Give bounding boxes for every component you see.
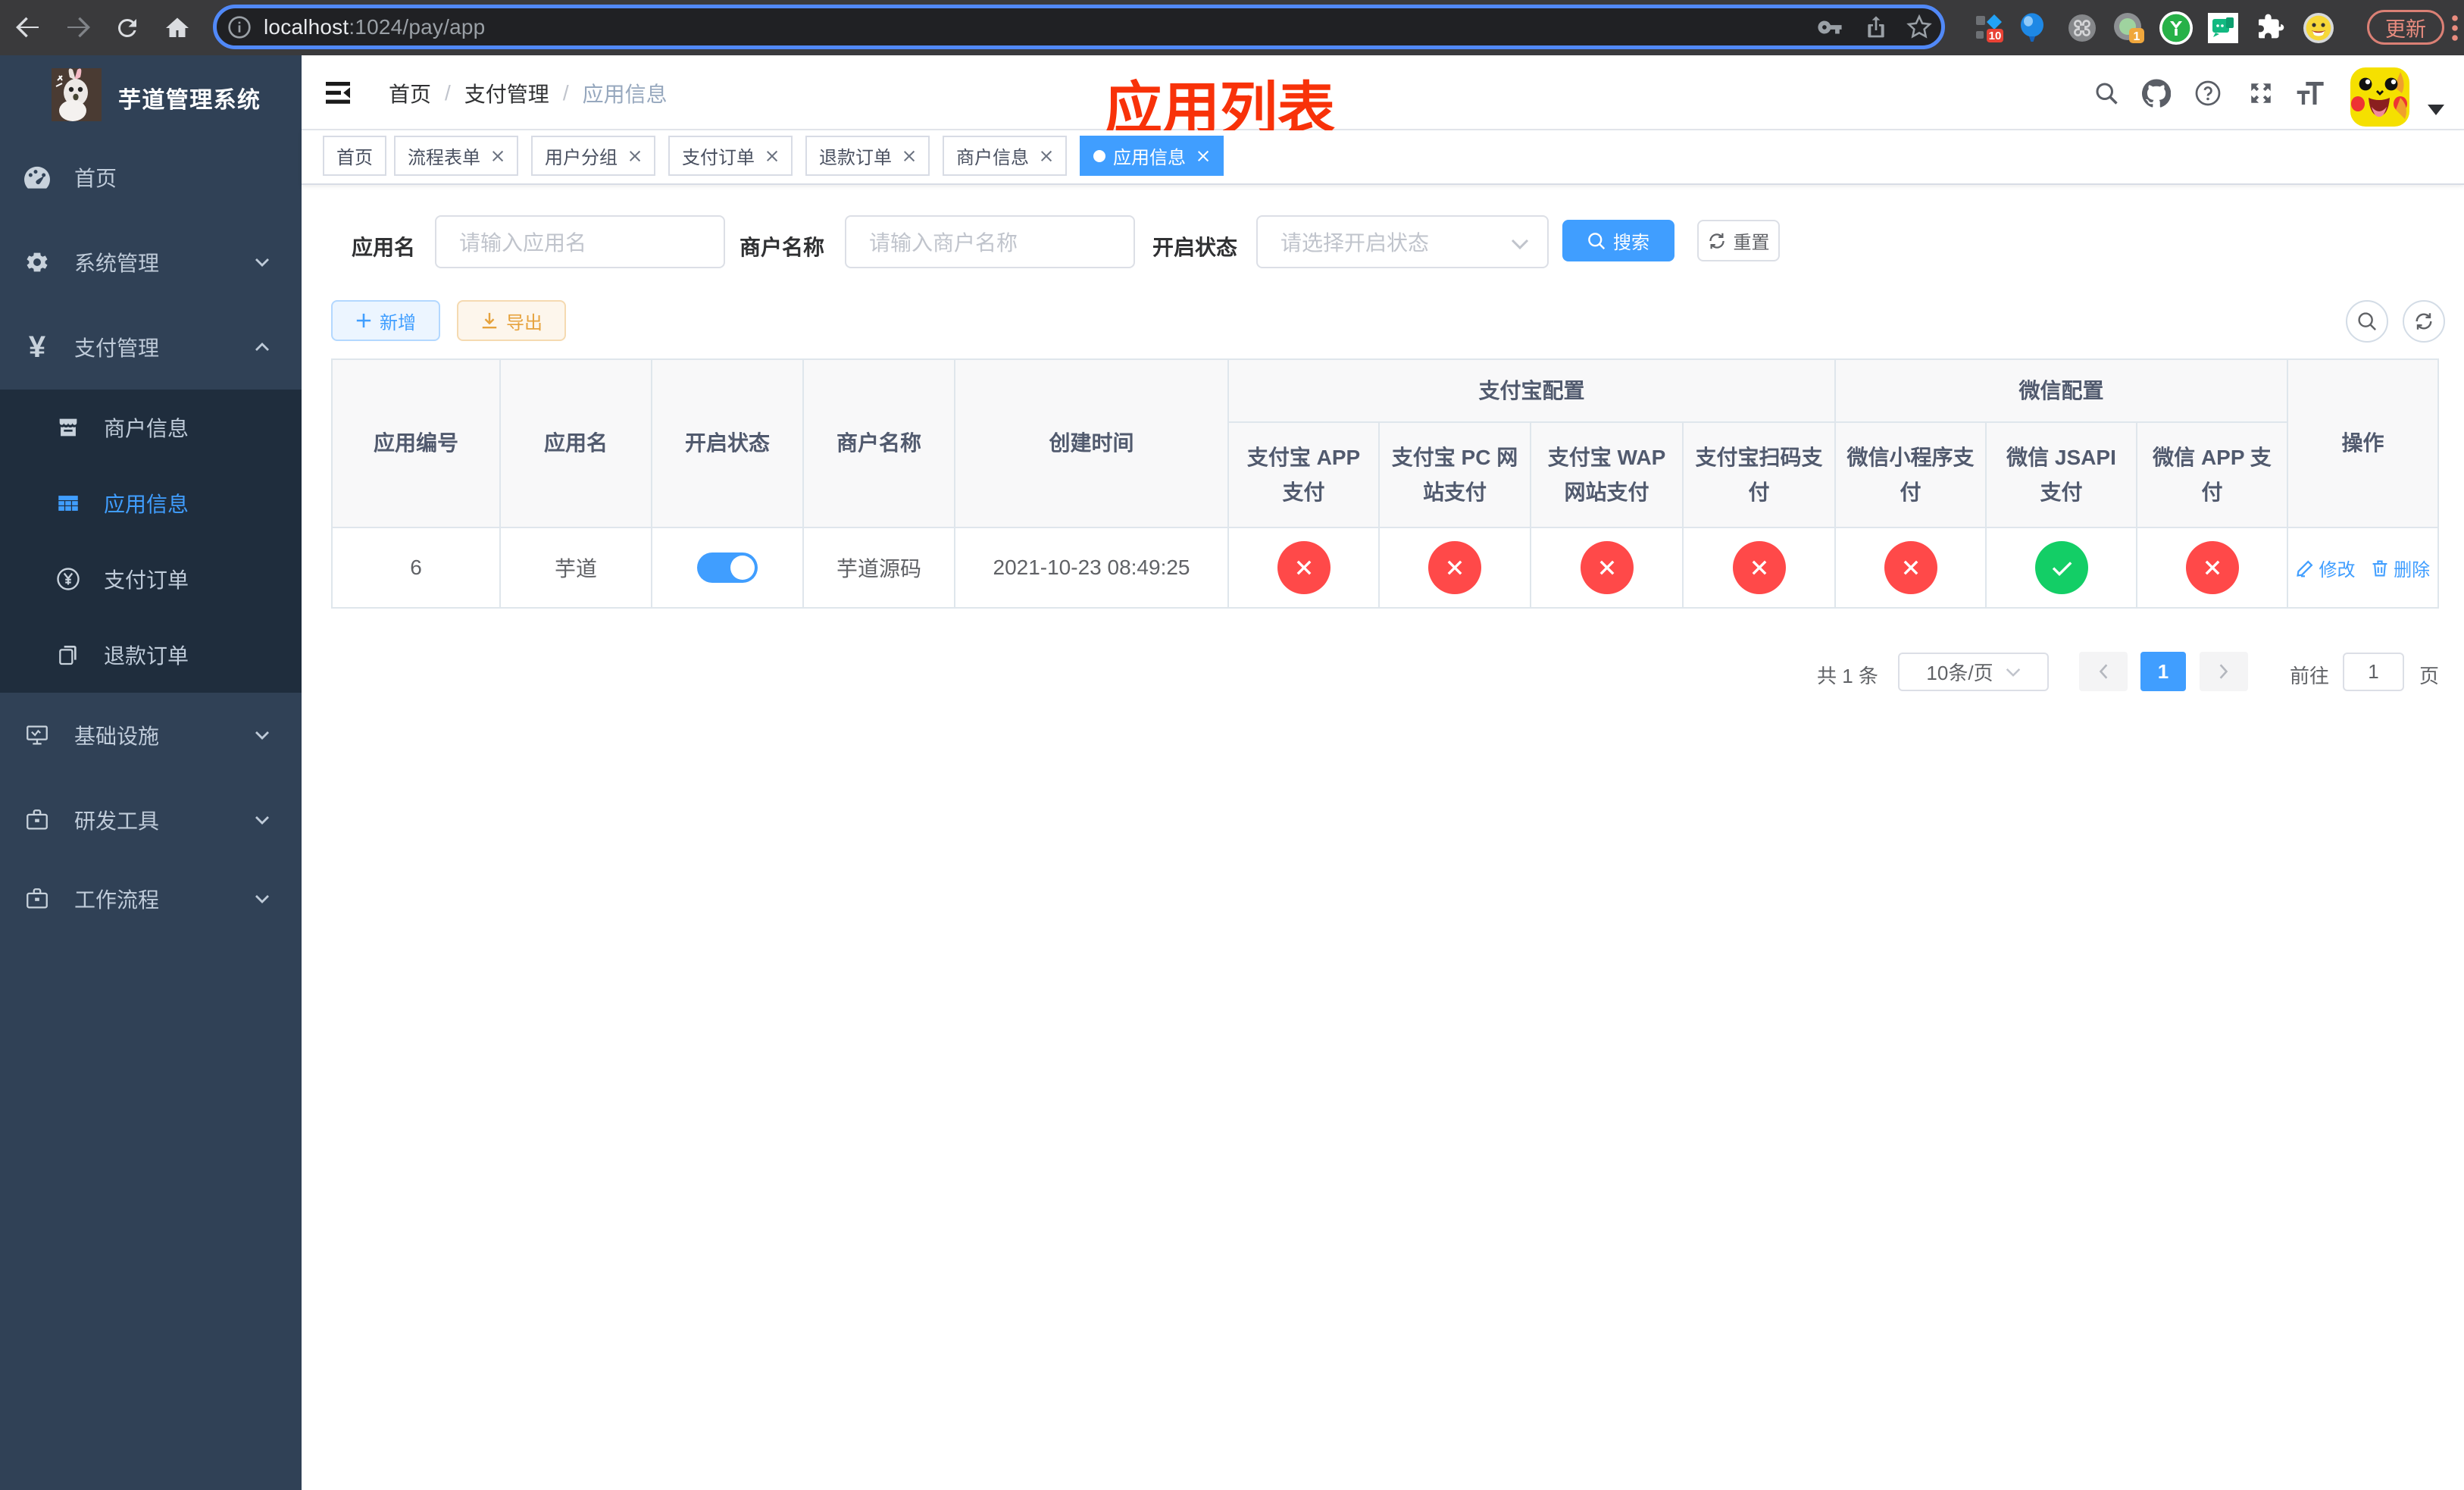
svg-text:10: 10 xyxy=(1989,30,2002,42)
svg-text:1: 1 xyxy=(2134,30,2140,43)
